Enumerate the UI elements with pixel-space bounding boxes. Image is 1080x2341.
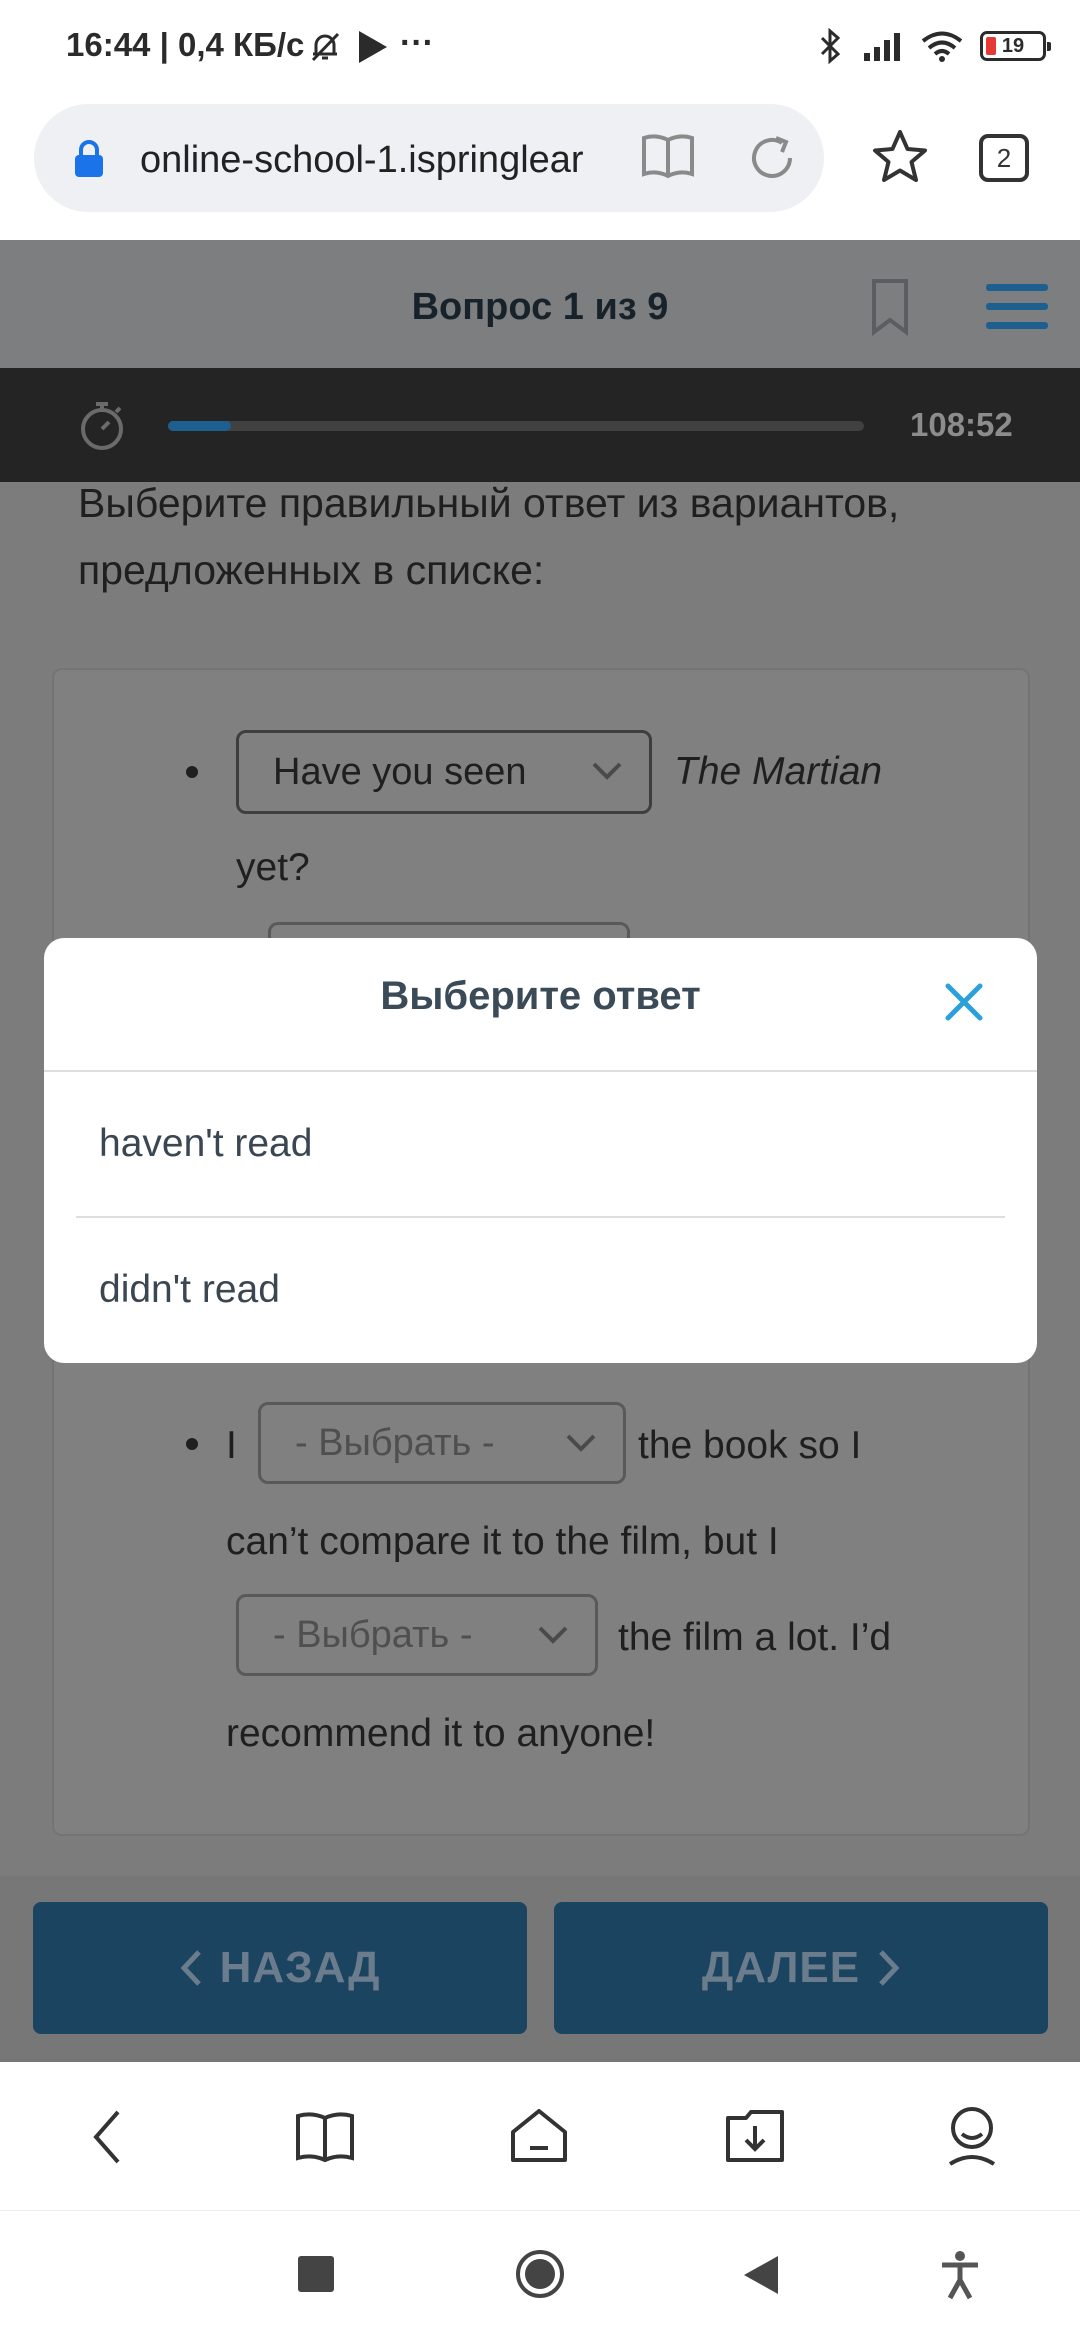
- wifi-icon: [921, 31, 963, 62]
- back-label: НАЗАД: [219, 1943, 381, 1992]
- mute-bell-icon: [308, 30, 342, 64]
- sentence-text: yet?: [236, 846, 310, 889]
- chevron-left-icon: [180, 1950, 201, 1986]
- answer-option[interactable]: haven't read: [44, 1072, 1037, 1216]
- answer-option[interactable]: didn't read: [44, 1218, 1037, 1362]
- bookmark-star-icon[interactable]: [870, 128, 930, 186]
- modal-title: Выберите ответ: [380, 974, 701, 1018]
- reload-icon[interactable]: [746, 132, 798, 184]
- next-button[interactable]: ДАЛЕЕ: [554, 1902, 1048, 2034]
- sentence-text: I: [226, 1424, 237, 1467]
- sentence-text: can’t compare it to the film, but I: [226, 1520, 779, 1563]
- back-arrow-icon[interactable]: [88, 2108, 128, 2166]
- select-value: Have you seen: [273, 750, 527, 793]
- chevron-down-icon: [538, 1626, 568, 1644]
- sentence-text: the book so I: [638, 1424, 862, 1467]
- chevron-right-icon: [879, 1950, 900, 1986]
- more-notifications-icon: ···: [400, 24, 434, 62]
- home-icon[interactable]: [508, 2106, 570, 2166]
- recent-apps-icon[interactable]: [298, 2256, 334, 2292]
- back-button[interactable]: НАЗАД: [33, 1902, 527, 2034]
- battery-icon: 19: [980, 31, 1051, 61]
- tab-count-button[interactable]: 2: [979, 134, 1029, 182]
- timer-text: 108:52: [910, 406, 1013, 443]
- progress-fill: [168, 421, 231, 431]
- status-time-speed: 16:44 | 0,4 КБ/с: [66, 26, 305, 63]
- profile-icon[interactable]: [942, 2104, 1002, 2168]
- bullet: [186, 1438, 198, 1450]
- select-placeholder: - Выбрать -: [273, 1613, 473, 1656]
- chevron-down-icon: [566, 1434, 596, 1452]
- close-icon[interactable]: [942, 980, 986, 1024]
- lock-icon: [72, 139, 106, 179]
- bluetooth-icon: [820, 28, 841, 64]
- movie-title: The Martian: [674, 750, 883, 793]
- reader-mode-icon[interactable]: [640, 132, 696, 180]
- url-text[interactable]: online-school-1.ispringlear: [140, 139, 590, 182]
- bullet: [186, 766, 198, 778]
- menu-icon[interactable]: [986, 282, 1048, 332]
- answer-select-2[interactable]: - Выбрать -: [258, 1402, 626, 1484]
- bookmark-icon[interactable]: [870, 278, 910, 336]
- signal-icon: [864, 33, 900, 61]
- sentence-text: the film a lot. I’d: [618, 1616, 892, 1659]
- progress-track: [168, 421, 864, 431]
- home-circle-icon[interactable]: [514, 2248, 566, 2300]
- bookmarks-book-icon[interactable]: [294, 2110, 356, 2164]
- select-placeholder: - Выбрать -: [295, 1421, 495, 1464]
- question-counter: Вопрос 1 из 9: [411, 286, 669, 328]
- next-label: ДАЛЕЕ: [701, 1943, 861, 1992]
- accessibility-icon[interactable]: [940, 2250, 980, 2300]
- back-triangle-icon[interactable]: [742, 2254, 780, 2296]
- question-instruction: Выберите правильный ответ из вариантов, …: [78, 480, 900, 593]
- answer-select-1[interactable]: Have you seen: [236, 730, 652, 814]
- sentence-text: recommend it to anyone!: [226, 1712, 656, 1755]
- downloads-icon[interactable]: [724, 2108, 786, 2164]
- play-store-icon: [356, 28, 390, 66]
- chevron-down-icon: [592, 762, 622, 780]
- status-icons: 19: [816, 28, 1051, 64]
- stopwatch-icon: [78, 400, 126, 452]
- answer-select-3[interactable]: - Выбрать -: [236, 1594, 598, 1676]
